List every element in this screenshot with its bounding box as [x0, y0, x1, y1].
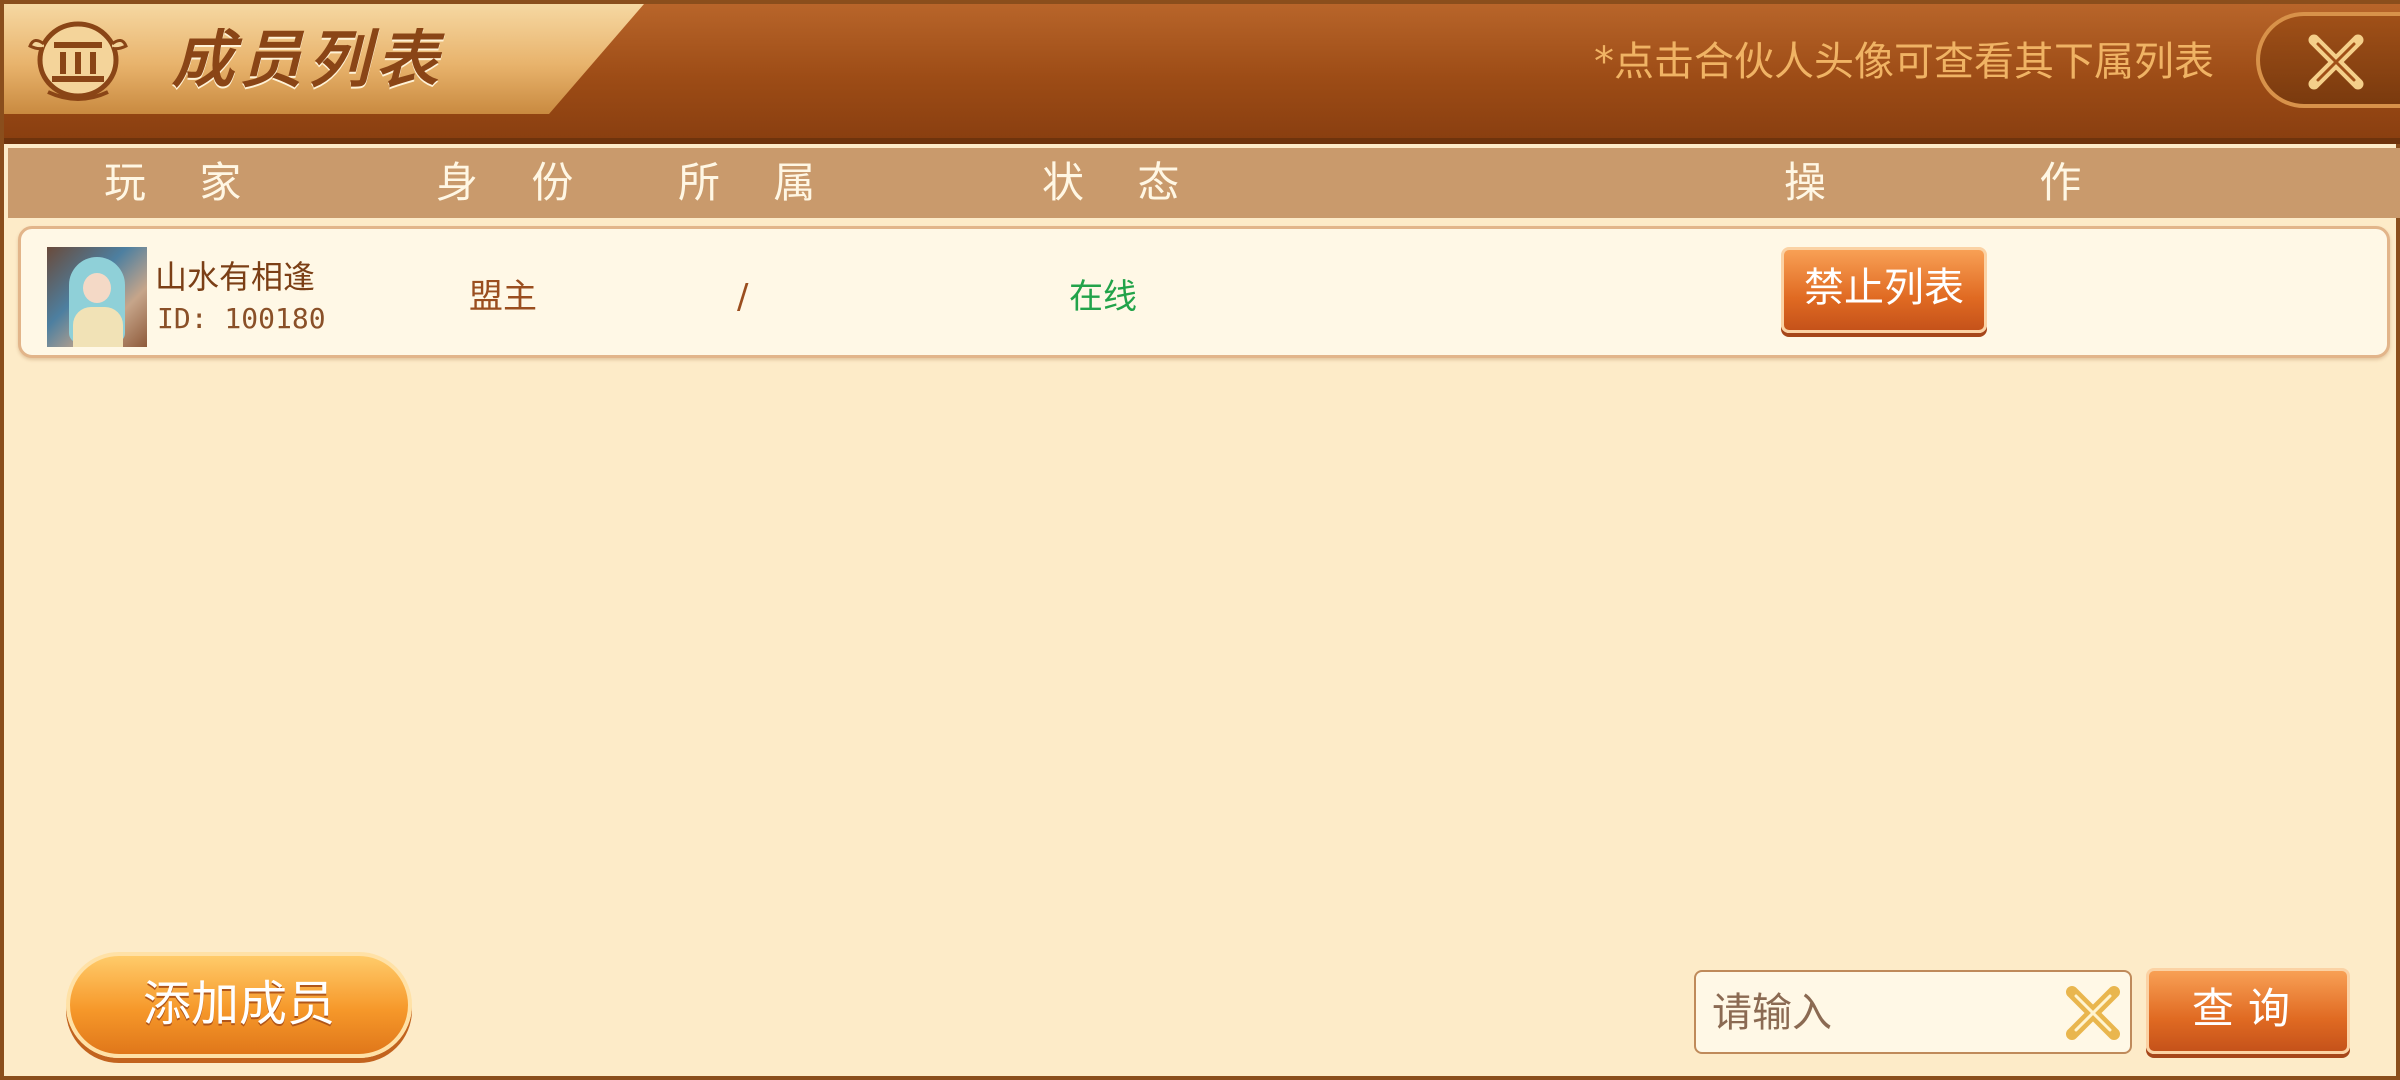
clear-x-icon[interactable]	[2060, 980, 2126, 1046]
pillar-emblem-icon	[28, 21, 128, 101]
header-bar: 成员列表 *点击合伙人头像可查看其下属列表	[4, 4, 2400, 144]
close-x-icon	[2308, 34, 2364, 90]
col-role: 身 份	[436, 158, 594, 207]
page-title: 成员列表	[172, 23, 445, 96]
player-role: 盟主	[469, 277, 537, 317]
col-player: 玩 家	[104, 158, 262, 207]
search-input[interactable]	[1710, 982, 2044, 1044]
title-plate: 成员列表	[4, 4, 644, 114]
col-belongs: 所 属	[678, 158, 836, 207]
avatar[interactable]	[47, 247, 147, 347]
close-button[interactable]	[2256, 12, 2400, 108]
table-header: 玩 家 身 份 所 属 状 态 操 作	[8, 148, 2400, 218]
col-action: 操 作	[1784, 158, 2182, 207]
partner-hint-text: *点击合伙人头像可查看其下属列表	[1594, 39, 2214, 85]
player-id: ID: 100180	[157, 302, 326, 335]
player-belongs: /	[737, 277, 749, 317]
search-field	[1694, 970, 2132, 1054]
ban-list-button[interactable]: 禁止列表	[1781, 247, 1987, 333]
player-name: 山水有相逢	[155, 258, 316, 296]
query-button[interactable]: 查询	[2146, 968, 2350, 1054]
status-badge: 在线	[1069, 277, 1137, 317]
member-list-panel: 成员列表 *点击合伙人头像可查看其下属列表 玩 家 身 份 所 属 状 态 操 …	[0, 0, 2400, 1080]
col-status: 状 态	[1042, 158, 1200, 207]
add-member-button[interactable]: 添加成员	[66, 952, 412, 1058]
table-row: 山水有相逢 ID: 100180 盟主 / 在线 禁止列表	[18, 226, 2390, 358]
